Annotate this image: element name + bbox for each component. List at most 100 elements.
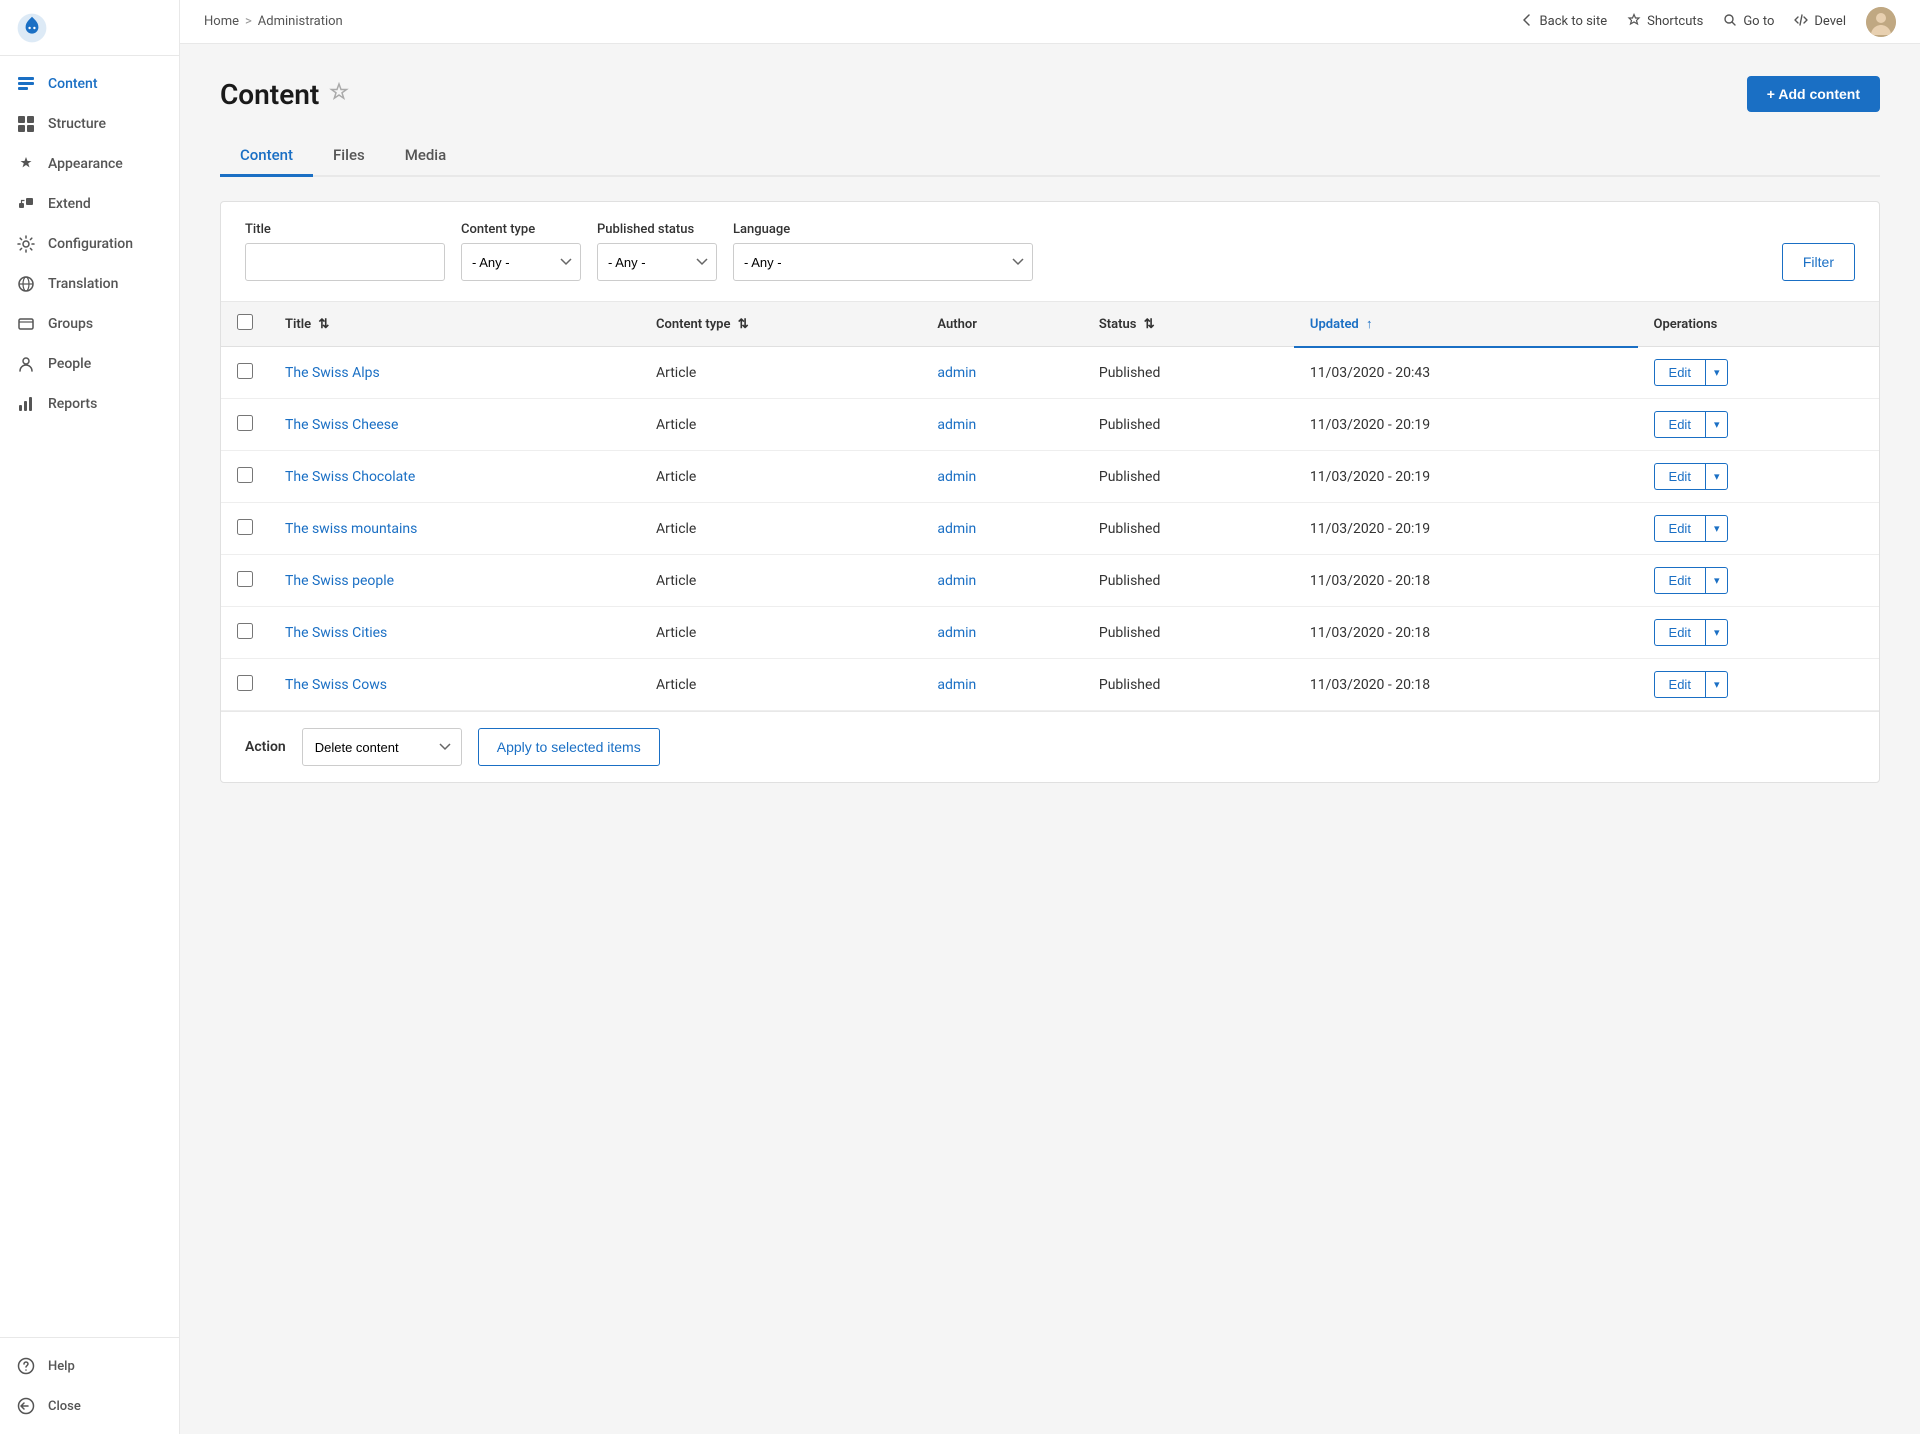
row-author-4: admin <box>921 503 1083 555</box>
row-edit-dropdown-7[interactable]: ▾ <box>1705 671 1729 698</box>
row-edit-button-3[interactable]: Edit <box>1654 463 1705 490</box>
status-column-header[interactable]: Status ⇅ <box>1083 302 1294 347</box>
row-edit-button-2[interactable]: Edit <box>1654 411 1705 438</box>
filter-button[interactable]: Filter <box>1782 243 1855 281</box>
row-edit-dropdown-4[interactable]: ▾ <box>1705 515 1729 542</box>
row-edit-dropdown-5[interactable]: ▾ <box>1705 567 1729 594</box>
language-filter-select[interactable]: - Any - English French <box>733 243 1033 281</box>
row-author-link-6[interactable]: admin <box>937 625 976 641</box>
row-title-1: The Swiss Alps <box>269 347 640 399</box>
row-checkbox-1[interactable] <box>237 363 253 379</box>
row-edit-dropdown-3[interactable]: ▾ <box>1705 463 1729 490</box>
row-edit-dropdown-2[interactable]: ▾ <box>1705 411 1729 438</box>
row-status-3: Published <box>1083 451 1294 503</box>
back-to-site-action[interactable]: Back to site <box>1520 13 1608 31</box>
sidebar-item-label-content: Content <box>48 76 98 92</box>
row-edit-dropdown-6[interactable]: ▾ <box>1705 619 1729 646</box>
row-author-link-2[interactable]: admin <box>937 417 976 433</box>
sidebar-item-close[interactable]: Close <box>0 1386 179 1426</box>
reports-icon <box>16 394 36 414</box>
sidebar-logo <box>0 0 179 56</box>
row-edit-button-5[interactable]: Edit <box>1654 567 1705 594</box>
topbar-actions: Back to site Shortcuts Go to Devel <box>1520 7 1896 37</box>
row-edit-button-7[interactable]: Edit <box>1654 671 1705 698</box>
row-operations-4: Edit ▾ <box>1638 503 1879 555</box>
filter-group-published-status: Published status - Any - Published Unpub… <box>597 222 717 281</box>
avatar[interactable] <box>1866 7 1896 37</box>
add-content-button[interactable]: + Add content <box>1747 76 1880 112</box>
row-content-type-7: Article <box>640 659 921 711</box>
row-edit-button-6[interactable]: Edit <box>1654 619 1705 646</box>
row-author-link-7[interactable]: admin <box>937 677 976 693</box>
shortcuts-action[interactable]: Shortcuts <box>1627 13 1703 31</box>
published-status-filter-select[interactable]: - Any - Published Unpublished <box>597 243 717 281</box>
breadcrumb-home[interactable]: Home <box>204 14 239 29</box>
tab-media[interactable]: Media <box>385 136 467 177</box>
row-title-2: The Swiss Cheese <box>269 399 640 451</box>
row-edit-button-1[interactable]: Edit <box>1654 359 1705 386</box>
goto-action[interactable]: Go to <box>1723 13 1774 31</box>
row-title-link-1[interactable]: The Swiss Alps <box>285 365 380 381</box>
row-checkbox-cell-6 <box>221 607 269 659</box>
sidebar-item-translation[interactable]: Translation <box>0 264 179 304</box>
devel-action[interactable]: Devel <box>1794 13 1846 31</box>
table-head: Title ⇅ Content type ⇅ Author <box>221 302 1879 347</box>
sidebar-item-structure[interactable]: Structure <box>0 104 179 144</box>
sidebar-item-content[interactable]: Content <box>0 64 179 104</box>
row-author-link-5[interactable]: admin <box>937 573 976 589</box>
row-author-link-1[interactable]: admin <box>937 365 976 381</box>
apply-to-selected-button[interactable]: Apply to selected items <box>478 728 660 766</box>
action-select[interactable]: Delete content Publish content Unpublish… <box>302 728 462 766</box>
row-title-link-3[interactable]: The Swiss Chocolate <box>285 469 415 485</box>
favorite-star-icon[interactable] <box>329 82 349 107</box>
row-author-6: admin <box>921 607 1083 659</box>
sidebar-item-extend[interactable]: Extend <box>0 184 179 224</box>
row-title-6: The Swiss Cities <box>269 607 640 659</box>
row-title-link-7[interactable]: The Swiss Cows <box>285 677 387 693</box>
structure-icon <box>16 114 36 134</box>
row-operations-7: Edit ▾ <box>1638 659 1879 711</box>
drupal-logo-icon <box>16 12 48 44</box>
row-checkbox-7[interactable] <box>237 675 253 691</box>
select-all-checkbox[interactable] <box>237 314 253 330</box>
row-edit-button-4[interactable]: Edit <box>1654 515 1705 542</box>
row-checkbox-cell-5 <box>221 555 269 607</box>
row-checkbox-6[interactable] <box>237 623 253 639</box>
updated-column-header[interactable]: Updated ↑ <box>1294 302 1638 347</box>
row-checkbox-3[interactable] <box>237 467 253 483</box>
updated-sort-icon: ↑ <box>1366 316 1373 332</box>
title-column-header[interactable]: Title ⇅ <box>269 302 640 347</box>
sidebar-item-people[interactable]: People <box>0 344 179 384</box>
sidebar-item-help[interactable]: Help <box>0 1346 179 1386</box>
tab-content[interactable]: Content <box>220 136 313 177</box>
content-type-filter-select[interactable]: - Any - Article Basic page <box>461 243 581 281</box>
translation-icon <box>16 274 36 294</box>
row-checkbox-cell-1 <box>221 347 269 399</box>
row-author-link-4[interactable]: admin <box>937 521 976 537</box>
content-type-column-header[interactable]: Content type ⇅ <box>640 302 921 347</box>
title-filter-input[interactable] <box>245 243 445 281</box>
sidebar-item-appearance[interactable]: Appearance <box>0 144 179 184</box>
author-column-header[interactable]: Author <box>921 302 1083 347</box>
content-icon <box>16 74 36 94</box>
row-title-3: The Swiss Chocolate <box>269 451 640 503</box>
breadcrumb: Home > Administration <box>204 14 343 29</box>
sidebar-item-reports[interactable]: Reports <box>0 384 179 424</box>
row-checkbox-4[interactable] <box>237 519 253 535</box>
tab-files[interactable]: Files <box>313 136 385 177</box>
row-status-2: Published <box>1083 399 1294 451</box>
row-title-link-5[interactable]: The Swiss people <box>285 573 394 589</box>
sidebar-item-label-groups: Groups <box>48 316 93 332</box>
row-title-link-4[interactable]: The swiss mountains <box>285 521 417 537</box>
row-author-link-3[interactable]: admin <box>937 469 976 485</box>
shortcuts-label: Shortcuts <box>1647 14 1703 29</box>
sidebar-item-groups[interactable]: Groups <box>0 304 179 344</box>
row-title-link-2[interactable]: The Swiss Cheese <box>285 417 398 433</box>
row-edit-dropdown-1[interactable]: ▾ <box>1705 359 1729 386</box>
row-checkbox-5[interactable] <box>237 571 253 587</box>
filter-group-title: Title <box>245 222 445 281</box>
row-checkbox-2[interactable] <box>237 415 253 431</box>
tab-content-label: Content <box>240 146 293 164</box>
sidebar-item-configuration[interactable]: Configuration <box>0 224 179 264</box>
row-title-link-6[interactable]: The Swiss Cities <box>285 625 387 641</box>
